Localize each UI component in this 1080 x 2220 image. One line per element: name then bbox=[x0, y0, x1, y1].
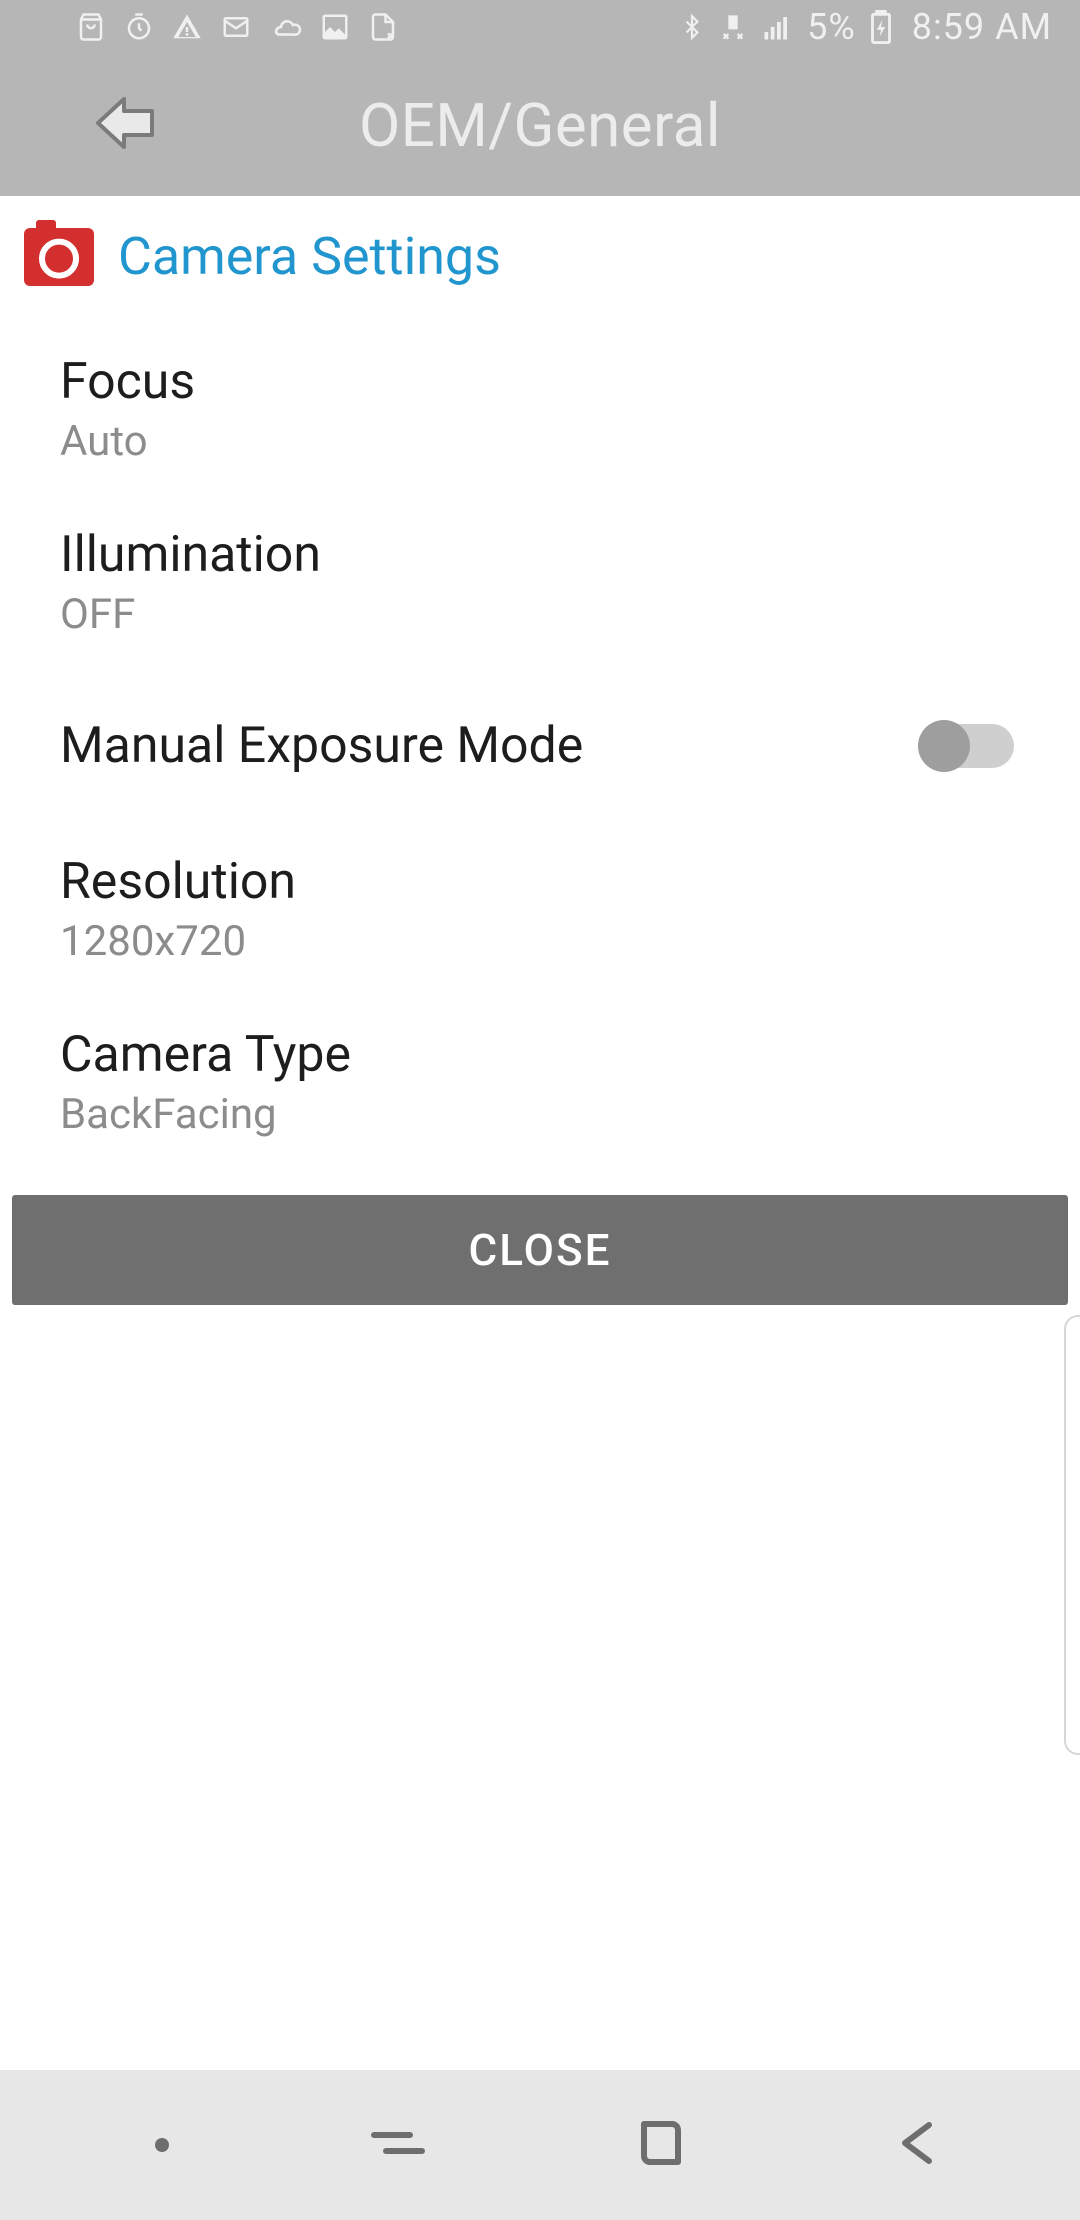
setting-label: Illumination bbox=[60, 526, 321, 584]
page-title: OEM/General bbox=[0, 90, 1080, 161]
close-button[interactable]: CLOSE bbox=[12, 1195, 1068, 1305]
setting-value: Auto bbox=[60, 417, 195, 466]
battery-charging-icon bbox=[870, 10, 892, 44]
cloud-outline-icon bbox=[270, 12, 302, 42]
status-bar: 5% 8:59 AM bbox=[0, 0, 1080, 54]
nav-home-button[interactable] bbox=[627, 2113, 691, 2177]
scroll-indicator[interactable] bbox=[1064, 1315, 1080, 1755]
app-bar: OEM/General bbox=[0, 54, 1080, 196]
settings-list: Focus Auto Illumination OFF Manual Expos… bbox=[0, 297, 1080, 1169]
section-title: Camera Settings bbox=[118, 226, 501, 287]
navigation-bar bbox=[0, 2070, 1080, 2220]
cell-signal-icon bbox=[761, 12, 793, 42]
mail-icon bbox=[220, 12, 252, 42]
nav-back-button[interactable] bbox=[888, 2113, 952, 2177]
status-time: 8:59 AM bbox=[912, 6, 1052, 48]
back-arrow-icon bbox=[92, 95, 158, 155]
shopping-bag-icon bbox=[76, 12, 106, 42]
setting-label: Camera Type bbox=[60, 1026, 351, 1084]
nav-recents-button[interactable] bbox=[366, 2113, 430, 2177]
setting-camera-type[interactable]: Camera Type BackFacing bbox=[0, 996, 1080, 1169]
home-outline-icon bbox=[634, 2118, 684, 2172]
network-activity-icon bbox=[719, 12, 747, 42]
setting-illumination[interactable]: Illumination OFF bbox=[0, 496, 1080, 669]
recents-icon bbox=[370, 2123, 426, 2167]
setting-value: 1280x720 bbox=[60, 917, 296, 966]
setting-resolution[interactable]: Resolution 1280x720 bbox=[0, 823, 1080, 996]
timer-icon bbox=[124, 12, 154, 42]
battery-percent: 5% bbox=[807, 6, 856, 48]
bluetooth-icon bbox=[679, 10, 705, 44]
setting-focus[interactable]: Focus Auto bbox=[0, 307, 1080, 496]
nav-indicator-dot bbox=[155, 2138, 169, 2152]
setting-value: OFF bbox=[60, 590, 321, 639]
status-right-icons: 5% 8:59 AM bbox=[679, 6, 1052, 48]
section-header: Camera Settings bbox=[0, 196, 1080, 297]
warning-icon bbox=[172, 12, 202, 42]
back-button[interactable] bbox=[90, 90, 160, 160]
setting-label: Focus bbox=[60, 353, 195, 411]
setting-label: Manual Exposure Mode bbox=[60, 717, 583, 775]
setting-manual-exposure[interactable]: Manual Exposure Mode bbox=[0, 669, 1080, 823]
setting-value: BackFacing bbox=[60, 1090, 351, 1139]
exposure-toggle[interactable] bbox=[924, 724, 1014, 768]
back-nav-icon bbox=[895, 2119, 945, 2171]
camera-icon bbox=[24, 228, 94, 286]
document-icon bbox=[368, 12, 398, 42]
image-icon bbox=[320, 12, 350, 42]
status-left-icons bbox=[76, 12, 398, 42]
setting-label: Resolution bbox=[60, 853, 296, 911]
